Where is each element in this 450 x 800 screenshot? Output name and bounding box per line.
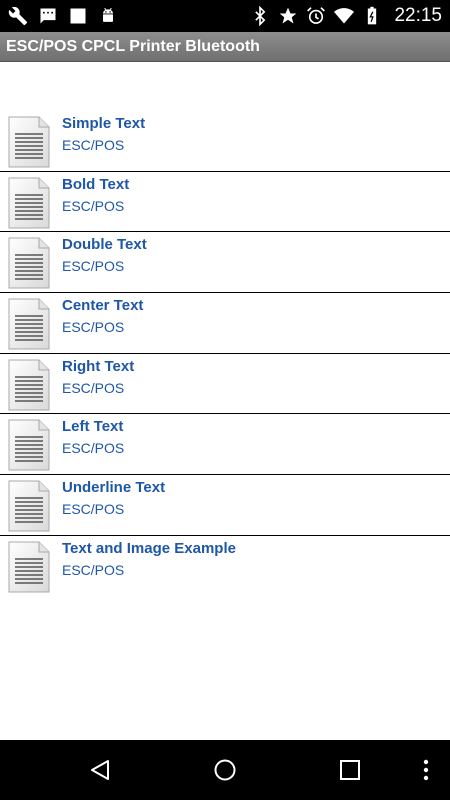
document-icon: [8, 298, 50, 350]
home-icon: [214, 759, 236, 781]
list-item-title: Simple Text: [62, 115, 146, 132]
notification-icons: [8, 6, 118, 26]
list-item-subtitle: ESC/POS: [62, 501, 125, 518]
list-item-double-text[interactable]: Double Text ESC/POS: [0, 232, 450, 294]
list-item-title: Center Text: [62, 297, 144, 315]
app-title-bar: ESC/POS CPCL Printer Bluetooth: [0, 32, 450, 62]
list-item-subtitle: ESC/POS: [62, 440, 125, 457]
status-clock: 22:15: [394, 5, 442, 26]
wifi-icon: [334, 6, 355, 26]
list-item-title: Underline Text: [62, 479, 166, 497]
list-item-title: Left Text: [62, 418, 124, 436]
list-item-subtitle: ESC/POS: [62, 137, 125, 153]
examples-list: Simple Text ESC/POS Bold Text ESC/POS Do…: [0, 111, 450, 597]
document-icon: [8, 116, 50, 168]
list-item-text-and-image-example[interactable]: Text and Image Example ESC/POS: [0, 536, 450, 597]
menu-icon: [423, 759, 429, 781]
list-item-title: Text and Image Example: [62, 539, 236, 557]
list-item-center-text[interactable]: Center Text ESC/POS: [0, 293, 450, 354]
document-icon: [8, 480, 50, 532]
list-item-title: Bold Text: [62, 175, 130, 193]
list-item-title: Double Text: [62, 236, 147, 254]
back-button[interactable]: [80, 740, 120, 800]
star-icon: [278, 6, 298, 26]
list-item-subtitle: ESC/POS: [62, 561, 125, 578]
square-icon: [68, 6, 88, 26]
overflow-menu-button[interactable]: [414, 740, 438, 800]
document-icon: [8, 359, 50, 411]
document-icon: [8, 177, 50, 229]
list-item-underline-text[interactable]: Underline Text ESC/POS: [0, 475, 450, 536]
navigation-bar: [0, 740, 450, 800]
wrench-icon: [8, 6, 28, 26]
document-icon: [8, 237, 50, 289]
list-item-subtitle: ESC/POS: [62, 379, 125, 396]
app-title: ESC/POS CPCL Printer Bluetooth: [6, 37, 260, 55]
status-bar: 22:15: [0, 0, 450, 32]
list-item-title: Right Text: [62, 357, 135, 375]
list-item-subtitle: ESC/POS: [62, 197, 125, 214]
list-item-simple-text[interactable]: Simple Text ESC/POS: [0, 111, 450, 172]
recents-icon: [340, 760, 360, 780]
android-icon: [98, 6, 118, 26]
message-icon: [38, 6, 58, 26]
document-icon: [8, 419, 50, 471]
system-icons: 22:15: [250, 5, 442, 27]
recents-button[interactable]: [330, 740, 370, 800]
document-icon: [8, 541, 50, 593]
list-item-right-text[interactable]: Right Text ESC/POS: [0, 354, 450, 415]
battery-icon: [362, 6, 382, 26]
home-button[interactable]: [205, 740, 245, 800]
list-item-subtitle: ESC/POS: [62, 319, 125, 336]
back-icon: [91, 760, 109, 780]
list-item-left-text[interactable]: Left Text ESC/POS: [0, 414, 450, 476]
alarm-icon: [306, 6, 326, 26]
bluetooth-icon: [250, 6, 270, 26]
list-item-bold-text[interactable]: Bold Text ESC/POS: [0, 172, 450, 233]
list-item-subtitle: ESC/POS: [62, 258, 125, 275]
